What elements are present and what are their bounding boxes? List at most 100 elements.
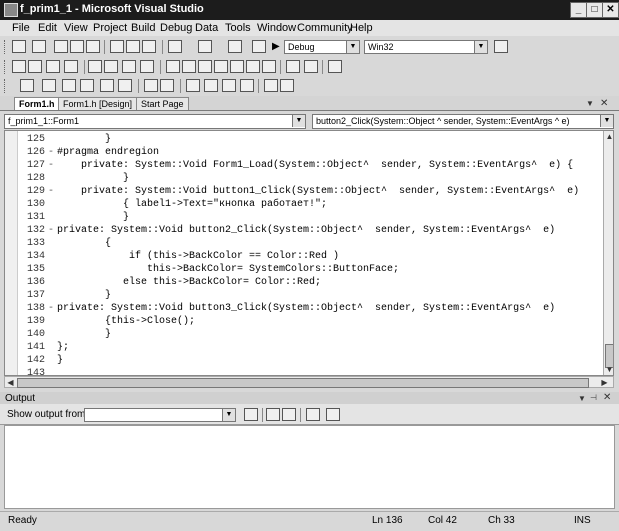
go-to-error-icon[interactable] xyxy=(244,408,258,421)
build-icon[interactable] xyxy=(328,60,342,73)
navigate-forward-icon[interactable] xyxy=(252,40,266,53)
menu-data[interactable]: Data xyxy=(195,22,218,34)
class-view-icon[interactable] xyxy=(28,60,42,73)
send-to-back-icon[interactable] xyxy=(280,79,294,92)
align-rights-icon[interactable] xyxy=(62,79,76,92)
code-line[interactable]: 125 } xyxy=(17,133,111,146)
scroll-right-icon[interactable]: ▶ xyxy=(599,377,610,388)
vertical-scrollbar[interactable]: ▲ ▼ xyxy=(603,131,613,375)
toolbox-icon[interactable] xyxy=(64,60,78,73)
center-horizontally-icon[interactable] xyxy=(222,79,236,92)
code-line[interactable]: 131 } xyxy=(17,211,129,224)
close-tab-icon[interactable]: ✕ xyxy=(600,98,608,109)
code-line[interactable]: 142} xyxy=(17,354,63,367)
bookmark-icon[interactable] xyxy=(166,60,180,73)
menu-community[interactable]: Community xyxy=(297,22,353,34)
code-line[interactable]: 136 else this->BackColor= Color::Red; xyxy=(17,276,321,289)
next-folder-bookmark-icon[interactable] xyxy=(230,60,244,73)
class-combo[interactable]: f_prim1_1::Form1 ▼ xyxy=(4,114,306,129)
scroll-left-icon[interactable]: ◀ xyxy=(5,377,16,388)
solution-explorer-icon[interactable] xyxy=(12,60,26,73)
indent-icon[interactable] xyxy=(88,60,102,73)
open-file-icon[interactable] xyxy=(54,40,68,53)
toolbar-grip[interactable] xyxy=(4,40,8,54)
undo-icon[interactable] xyxy=(168,40,182,53)
vertical-spacing-icon[interactable] xyxy=(204,79,218,92)
code-line[interactable]: 128 } xyxy=(17,172,129,185)
code-line[interactable]: 139 {this->Close(); xyxy=(17,315,195,328)
tab-form1-h[interactable]: Form1.h xyxy=(14,97,60,110)
code-line[interactable]: 130 { label1->Text="кнопка работает!"; xyxy=(17,198,327,211)
config-combo[interactable]: Debug ▼ xyxy=(284,40,360,54)
paste-icon[interactable] xyxy=(142,40,156,53)
close-button[interactable]: ✕ xyxy=(602,2,619,18)
code-line[interactable]: 140 } xyxy=(17,328,111,341)
code-line[interactable]: 143 xyxy=(17,367,57,375)
horizontal-spacing-icon[interactable] xyxy=(186,79,200,92)
copy-icon[interactable] xyxy=(126,40,140,53)
toolbar-grip[interactable] xyxy=(4,60,8,74)
menu-help[interactable]: Help xyxy=(350,22,373,34)
close-panel-icon[interactable]: ✕ xyxy=(603,392,611,403)
redo-icon[interactable] xyxy=(198,40,212,53)
code-line[interactable]: 134 if (this->BackColor == Color::Red ) xyxy=(17,250,339,263)
code-line[interactable]: 135 this->BackColor= SystemColors::Butto… xyxy=(17,263,399,276)
bookmark-window-icon[interactable] xyxy=(262,60,276,73)
tab-form1-design[interactable]: Form1.h [Design] xyxy=(58,97,138,110)
menu-view[interactable]: View xyxy=(64,22,88,34)
menu-debug[interactable]: Debug xyxy=(160,22,192,34)
align-centers-icon[interactable] xyxy=(42,79,56,92)
horizontal-scroll-thumb[interactable] xyxy=(17,378,589,388)
outdent-icon[interactable] xyxy=(104,60,118,73)
code-line[interactable]: 137 } xyxy=(17,289,111,302)
align-tops-icon[interactable] xyxy=(80,79,94,92)
horizontal-scrollbar[interactable]: ◀ ▶ xyxy=(4,376,614,388)
fold-marker[interactable]: - xyxy=(45,185,57,198)
comment-icon[interactable] xyxy=(122,60,136,73)
properties-icon[interactable] xyxy=(494,40,508,53)
prev-bookmark-icon[interactable] xyxy=(182,60,196,73)
replace-icon[interactable] xyxy=(304,60,318,73)
add-item-icon[interactable] xyxy=(32,40,46,53)
fold-marker[interactable]: - xyxy=(45,159,57,172)
cut-icon[interactable] xyxy=(110,40,124,53)
next-message-icon[interactable] xyxy=(282,408,296,421)
code-line[interactable]: 129- private: System::Void button1_Click… xyxy=(17,185,579,198)
save-icon[interactable] xyxy=(70,40,84,53)
scroll-down-icon[interactable]: ▼ xyxy=(604,364,613,375)
code-line[interactable]: 127- private: System::Void Form1_Load(Sy… xyxy=(17,159,573,172)
toolbar-grip[interactable] xyxy=(4,79,8,93)
start-debug-icon[interactable]: ▶ xyxy=(272,41,280,52)
properties-window-icon[interactable] xyxy=(46,60,60,73)
align-lefts-icon[interactable] xyxy=(20,79,34,92)
prev-folder-bookmark-icon[interactable] xyxy=(214,60,228,73)
find-icon[interactable] xyxy=(286,60,300,73)
pin-icon[interactable]: ⊣ xyxy=(590,392,597,403)
code-line[interactable]: 138- private: System::Void button3_Click(… xyxy=(17,302,555,315)
platform-combo[interactable]: Win32 ▼ xyxy=(364,40,488,54)
navigate-backward-icon[interactable] xyxy=(228,40,242,53)
menu-project[interactable]: Project xyxy=(93,22,127,34)
next-bookmark-icon[interactable] xyxy=(198,60,212,73)
menu-file[interactable]: File xyxy=(12,22,30,34)
code-line[interactable]: 133 { xyxy=(17,237,111,250)
fold-marker[interactable]: - xyxy=(45,224,57,237)
output-text-area[interactable] xyxy=(4,425,615,509)
clear-bookmarks-icon[interactable] xyxy=(246,60,260,73)
toggle-word-wrap-icon[interactable] xyxy=(326,408,340,421)
prev-message-icon[interactable] xyxy=(266,408,280,421)
panel-menu-icon[interactable]: ▼ xyxy=(578,393,586,404)
scroll-up-icon[interactable]: ▲ xyxy=(604,131,613,142)
output-source-combo[interactable]: ▼ xyxy=(84,408,236,422)
make-same-width-icon[interactable] xyxy=(144,79,158,92)
maximize-button[interactable]: □ xyxy=(586,2,603,18)
minimize-button[interactable]: _ xyxy=(570,2,587,18)
menu-build[interactable]: Build xyxy=(131,22,155,34)
make-same-height-icon[interactable] xyxy=(160,79,174,92)
menu-window[interactable]: Window xyxy=(257,22,296,34)
code-line[interactable]: 126- #pragma endregion xyxy=(17,146,159,159)
tab-list-icon[interactable]: ▼ xyxy=(586,98,594,109)
fold-marker[interactable]: - xyxy=(45,146,57,159)
member-combo[interactable]: button2_Click(System::Object ^ sender, S… xyxy=(312,114,614,129)
clear-all-icon[interactable] xyxy=(306,408,320,421)
